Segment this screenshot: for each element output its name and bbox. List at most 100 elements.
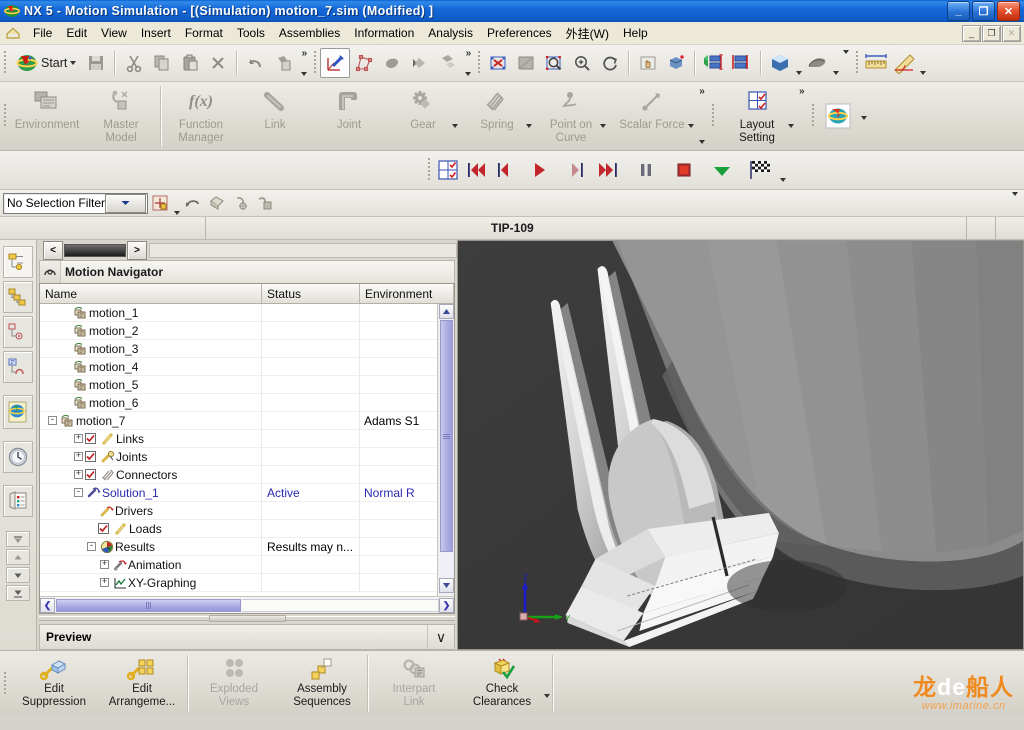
resource-nav-down-button[interactable]: [6, 567, 30, 583]
redo-button[interactable]: [270, 49, 298, 77]
table-row[interactable]: + Links: [40, 430, 437, 448]
tree-checkbox[interactable]: [85, 469, 96, 480]
tree-node-label[interactable]: Animation: [128, 558, 181, 572]
point-constructor-button[interactable]: [350, 49, 378, 77]
filter-bar-overflow[interactable]: [1012, 192, 1024, 210]
check-clearances-button[interactable]: Check Clearances: [458, 651, 550, 716]
render-style-button[interactable]: [766, 49, 794, 77]
tree-node-label[interactable]: motion_3: [89, 342, 138, 356]
ribbon-item-joint[interactable]: Joint: [312, 82, 386, 150]
finish-button[interactable]: [744, 156, 778, 184]
roles-icon[interactable]: [3, 485, 33, 517]
table-row[interactable]: motion_1: [40, 304, 437, 322]
tree-node-label[interactable]: motion_4: [89, 360, 138, 374]
tree-node-label[interactable]: motion_5: [89, 378, 138, 392]
play-button[interactable]: [518, 156, 560, 184]
menu-file[interactable]: File: [26, 24, 59, 42]
home-icon[interactable]: [4, 25, 22, 41]
edit-arrangements-button[interactable]: Edit Arrangeme...: [98, 651, 186, 716]
layout-setting-button[interactable]: [434, 156, 462, 184]
wcs-dynamics-button[interactable]: [320, 48, 351, 78]
snap-point-icon[interactable]: [148, 189, 172, 217]
table-row[interactable]: Drivers: [40, 502, 437, 520]
measure-distance-button[interactable]: [862, 49, 890, 77]
toolbar-overflow-button[interactable]: »: [298, 48, 310, 78]
table-row[interactable]: motion_5: [40, 376, 437, 394]
table-row[interactable]: + Animation: [40, 556, 437, 574]
exploded-views-button[interactable]: Exploded Views: [190, 651, 278, 716]
zoom-region-button[interactable]: [540, 49, 568, 77]
menu-plugin[interactable]: 外挂(W): [559, 23, 616, 44]
ribbon-overflow-button-3[interactable]: [858, 114, 870, 150]
visualization-button[interactable]: [803, 49, 831, 77]
doc-minimize-button[interactable]: _: [962, 24, 981, 42]
face-select-icon[interactable]: [205, 189, 229, 217]
reuse-library-icon[interactable]: [3, 316, 33, 348]
column-header-environment[interactable]: Environment: [360, 284, 454, 303]
pan-button[interactable]: [634, 49, 662, 77]
expander-box[interactable]: +: [74, 452, 83, 461]
table-row[interactable]: + Joints: [40, 448, 437, 466]
animation-toolbar-grip[interactable]: [427, 158, 431, 182]
menu-view[interactable]: View: [94, 24, 134, 42]
tree-checkbox[interactable]: [85, 433, 96, 444]
edit-suppression-button[interactable]: Edit Suppression: [10, 651, 98, 716]
assembly-navigator-icon[interactable]: [3, 246, 33, 278]
toolbar-overflow-button[interactable]: »: [462, 48, 474, 78]
tree-node-label[interactable]: motion_7: [76, 414, 125, 428]
ribbon-item-function-manager[interactable]: f(x) Function Manager: [164, 82, 238, 150]
next-frame-button[interactable]: [560, 156, 594, 184]
toolbar-grip[interactable]: [3, 51, 7, 75]
navigator-tab-active[interactable]: [64, 243, 126, 257]
copy-button[interactable]: [148, 49, 176, 77]
hide-button[interactable]: [378, 49, 406, 77]
expander-box[interactable]: +: [100, 578, 109, 587]
chevron-down-icon[interactable]: ∨: [427, 625, 454, 649]
ribbon-item-environment[interactable]: Environment: [10, 82, 84, 150]
render-style-dropdown[interactable]: [794, 49, 803, 78]
expander-box[interactable]: -: [74, 488, 83, 497]
tree-node-label[interactable]: Loads: [129, 522, 162, 536]
point-select-icon[interactable]: [229, 189, 253, 217]
zoom-window-button[interactable]: [512, 49, 540, 77]
snap-point-dropdown[interactable]: [172, 189, 181, 218]
splitter-grab-handle[interactable]: [208, 615, 286, 622]
ribbon-item-master-model[interactable]: Master Model: [84, 82, 158, 150]
toolbar-grip[interactable]: [855, 51, 860, 75]
tree-node-label[interactable]: Connectors: [116, 468, 177, 482]
ribbon-grip[interactable]: [711, 104, 715, 128]
paste-button[interactable]: [176, 49, 204, 77]
menu-information[interactable]: Information: [347, 24, 421, 42]
pause-button[interactable]: [632, 156, 660, 184]
save-button[interactable]: [82, 49, 110, 77]
preview-panel-header[interactable]: Preview ∨: [39, 624, 455, 650]
measure-angle-button[interactable]: [890, 49, 918, 77]
move-object-button[interactable]: [434, 49, 462, 77]
resource-nav-last-button[interactable]: [6, 585, 30, 601]
menu-edit[interactable]: Edit: [59, 24, 94, 42]
tree-node-label[interactable]: Solution_1: [102, 486, 159, 500]
menu-analysis[interactable]: Analysis: [421, 24, 480, 42]
ribbon-grip[interactable]: [810, 104, 815, 128]
table-row[interactable]: - Results Results may n...: [40, 538, 437, 556]
ribbon-item-layout-setting[interactable]: Layout Setting: [718, 82, 796, 150]
menu-insert[interactable]: Insert: [134, 24, 178, 42]
expander-box[interactable]: +: [74, 434, 83, 443]
first-frame-button[interactable]: [462, 156, 490, 184]
fit-button[interactable]: [484, 49, 512, 77]
tree-vertical-scrollbar[interactable]: [437, 304, 454, 596]
motion-navigator-icon[interactable]: [3, 351, 33, 383]
maximize-button[interactable]: ❐: [972, 1, 995, 21]
hscroll-track[interactable]: [242, 598, 439, 612]
ribbon-overflow-button-2[interactable]: »: [796, 86, 808, 146]
previous-frame-button[interactable]: [490, 156, 518, 184]
check-clearances-dropdown[interactable]: [544, 694, 550, 712]
tree-expander[interactable]: +: [72, 470, 85, 479]
gear-dropdown[interactable]: [452, 124, 458, 142]
expander-box[interactable]: +: [100, 560, 109, 569]
start-menu-button[interactable]: Start: [10, 49, 82, 77]
up-level-icon[interactable]: [181, 189, 205, 217]
perspective-button[interactable]: [662, 49, 690, 77]
tab-scroll-left-button[interactable]: <: [43, 240, 63, 260]
hscroll-thumb[interactable]: [56, 598, 241, 612]
